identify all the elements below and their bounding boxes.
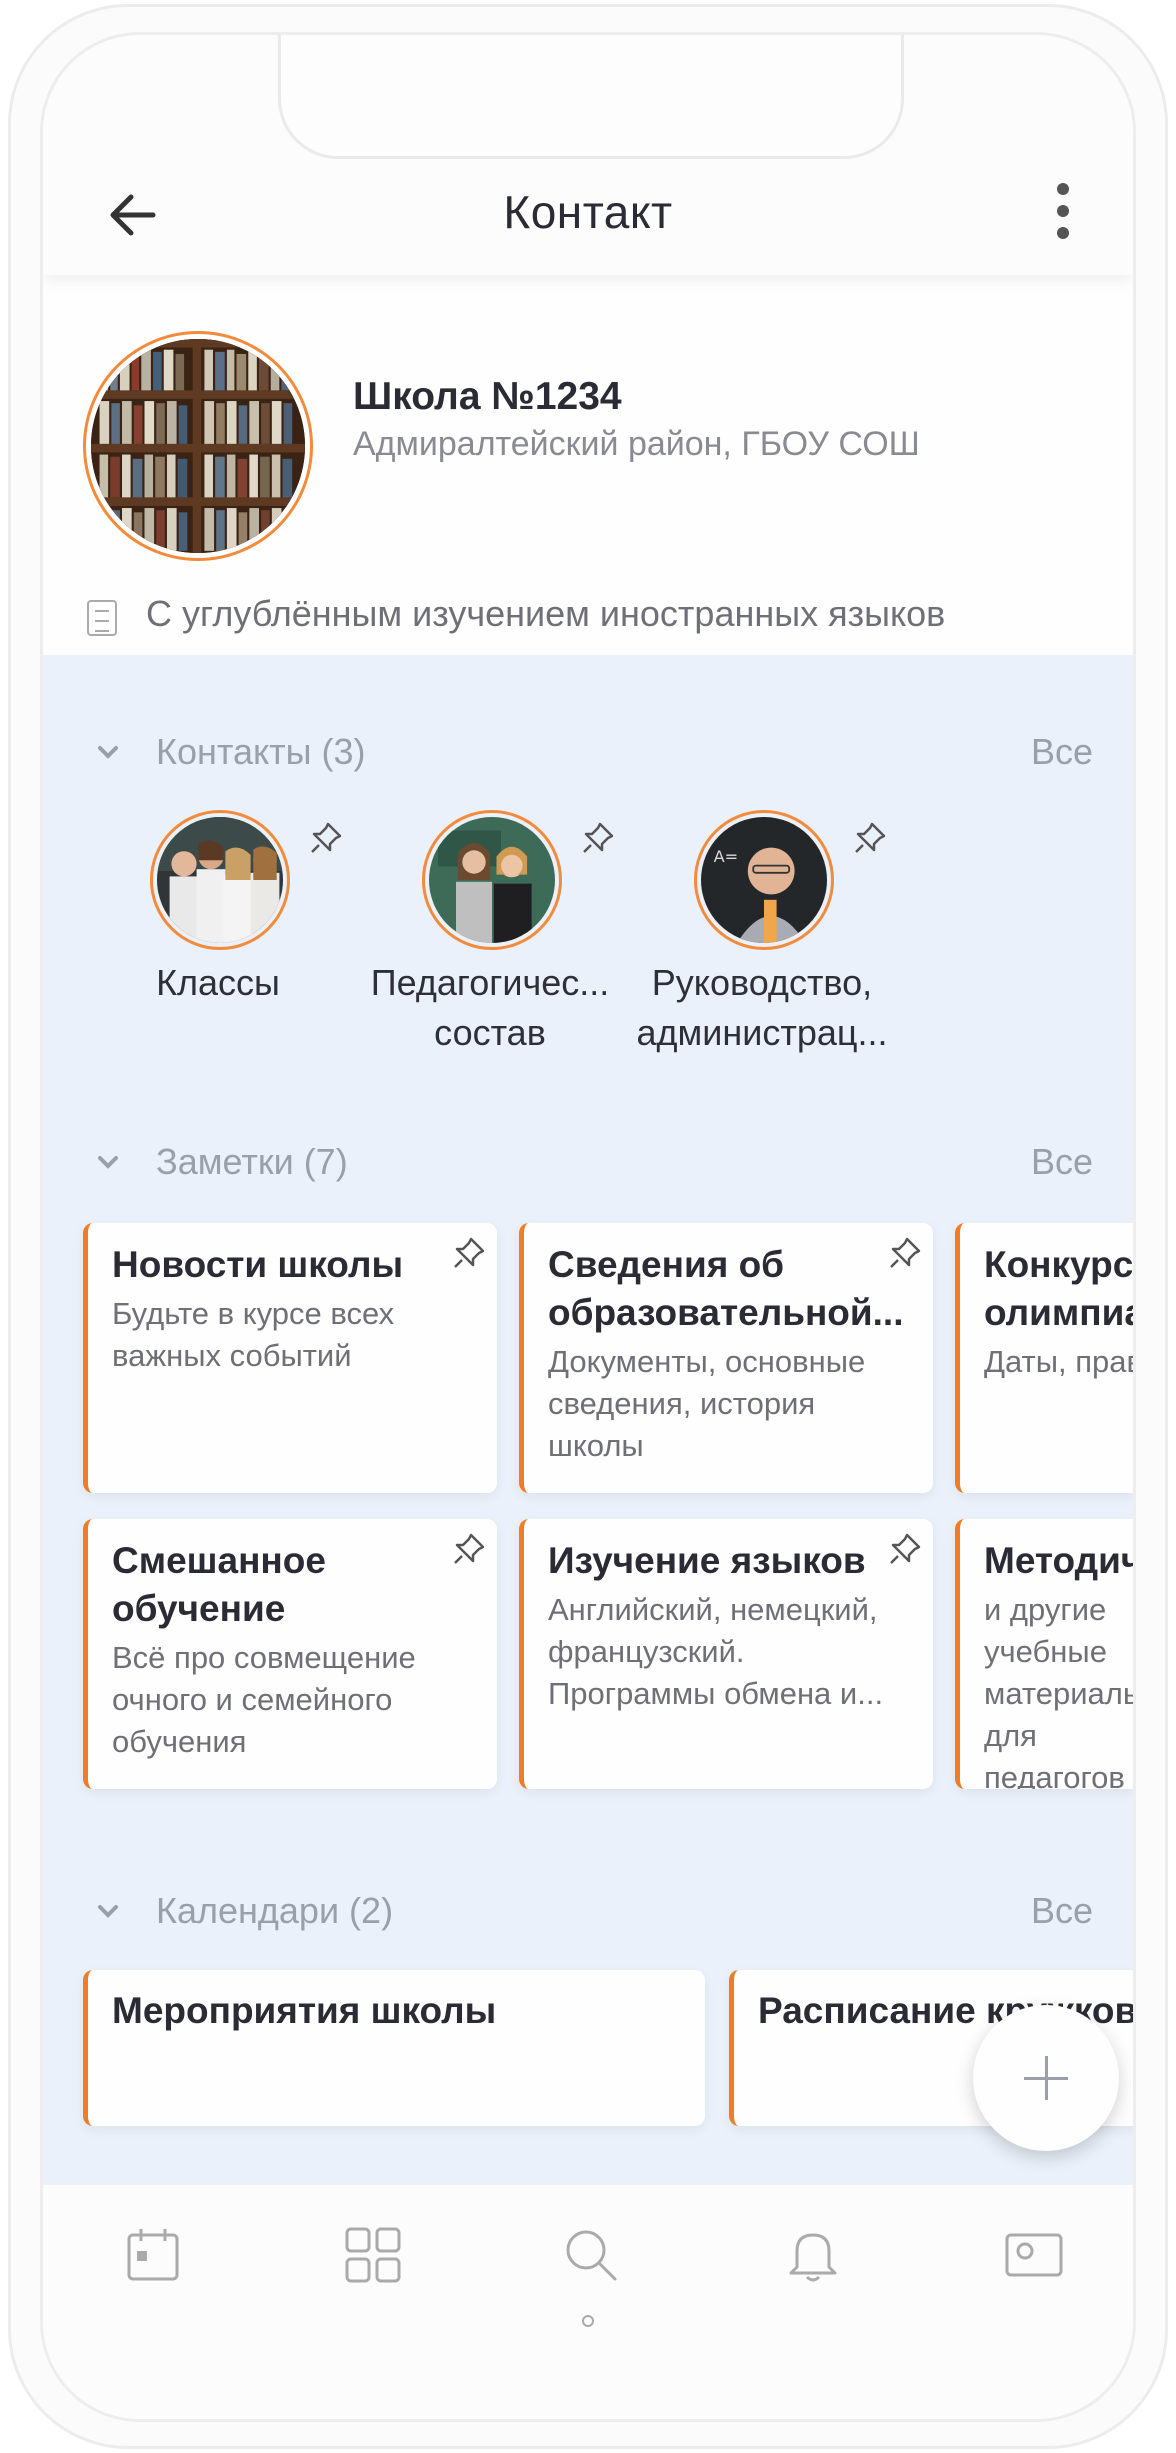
principal-image: A= [701,817,827,943]
notes-section-header[interactable]: Заметки (7) Все [43,1131,1133,1191]
note-title: Сведения об образовательной... [548,1244,904,1333]
calendars-section-header[interactable]: Календари (2) Все [43,1880,1133,1940]
note-card[interactable]: Сведения об образовательной... Документы… [519,1223,933,1493]
search-icon[interactable] [561,2225,621,2285]
note-subtitle: Будьте в курсе всех важных событий [112,1296,395,1373]
note-title: Конкурсы и олимпиады [984,1244,1134,1333]
calendar-icon[interactable] [123,2225,183,2285]
note-subtitle: Английский, немецкий, французский. Прогр… [548,1592,884,1711]
active-indicator [582,2315,594,2327]
chevron-down-icon[interactable] [97,741,119,763]
pin-icon[interactable] [308,820,344,856]
page-title: Контакт [503,186,673,238]
notes-all-link[interactable]: Все [1031,1141,1093,1183]
note-title: Новости школы [112,1244,404,1285]
note-card[interactable]: Изучение языков Английский, немецкий, фр… [519,1519,933,1789]
svg-text:A=: A= [714,847,739,866]
pin-icon[interactable] [451,1235,487,1271]
contact-subtitle: Адмиралтейский район, ГБОУ СОШ [353,425,920,463]
note-icon [87,600,117,636]
profile-card: Школа №1234 Адмиралтейский район, ГБОУ С… [43,275,1133,655]
calendar-title: Мероприятия школы [112,1990,497,2031]
note-card[interactable]: Методические и другие учебные материалы … [955,1519,1136,1789]
notes-section-title: Заметки (7) [156,1141,348,1182]
contact-description: С углублённым изучением иностранных язык… [146,593,946,634]
chevron-down-icon[interactable] [97,1900,119,1922]
more-vertical-icon[interactable] [1053,183,1073,243]
bottom-nav [43,2185,1133,2419]
phone-screen: Контакт Школа №1234 Адмиралтейский район… [40,32,1136,2422]
profile-card-icon[interactable] [1003,2225,1065,2285]
calendars-section-title: Календари (2) [156,1890,394,1931]
avatar: A= [694,810,834,950]
pin-icon[interactable] [887,1531,923,1567]
pin-icon[interactable] [580,820,616,856]
contact-name: Школа №1234 [353,375,622,418]
note-subtitle: и другие учебные материалы для педагогов [984,1592,1136,1789]
grid-icon[interactable] [343,2225,403,2285]
pin-icon[interactable] [852,820,888,856]
contact-item-label: Классы [156,962,280,1003]
bookshelf-image [91,339,305,553]
chevron-down-icon[interactable] [97,1151,119,1173]
content-area: Контакты (3) Все Классы Педагогичес... с… [43,655,1133,2185]
calendars-all-link[interactable]: Все [1031,1890,1093,1932]
note-title: Изучение языков [548,1540,866,1581]
avatar [83,331,313,561]
note-subtitle: Даты, правила, заявки [984,1344,1133,1379]
bell-icon[interactable] [783,2225,843,2285]
contacts-section-header[interactable]: Контакты (3) Все [43,721,1133,781]
note-card[interactable]: Новости школы Будьте в курсе всех важных… [83,1223,497,1493]
calendar-card[interactable]: Мероприятия школы [83,1970,705,2126]
students-image [157,817,283,943]
contacts-all-link[interactable]: Все [1031,731,1093,773]
teachers-image [429,817,555,943]
contact-item-label: Руководство, администрац... [636,962,888,1053]
contact-item-label: Педагогичес... состав [370,962,610,1053]
contacts-section-title: Контакты (3) [156,731,366,772]
pin-icon[interactable] [887,1235,923,1271]
note-subtitle: Документы, основные сведения, история шк… [548,1344,866,1463]
add-button[interactable] [973,2005,1119,2151]
note-card[interactable]: Конкурсы и олимпиады Даты, правила, заяв… [955,1223,1134,1493]
pin-icon[interactable] [451,1531,487,1567]
notch [278,35,904,159]
note-subtitle: Всё про совмещение очного и семейного об… [112,1640,416,1759]
note-title: Смешанное обучение [112,1540,326,1629]
avatar [150,810,290,950]
avatar [422,810,562,950]
note-title: Методические [984,1540,1133,1581]
note-card[interactable]: Смешанное обучение Всё про совмещение оч… [83,1519,497,1789]
